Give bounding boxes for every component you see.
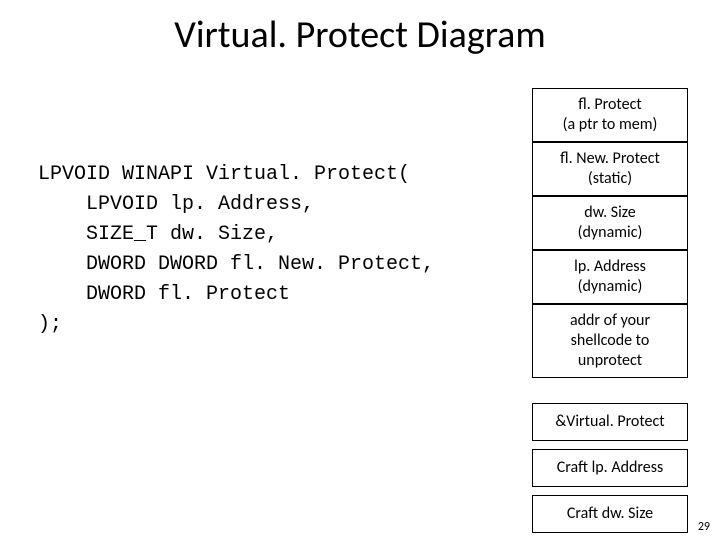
slide-title: Virtual. Protect Diagram bbox=[0, 0, 720, 58]
stack-box-flnewprotect: fl. New. Protect (static) bbox=[532, 142, 688, 196]
stack-box-shellcode-addr: addr of your shellcode to unprotect bbox=[532, 304, 688, 378]
page-number: 29 bbox=[698, 520, 710, 534]
step-box-virtualprotect: &Virtual. Protect bbox=[532, 403, 688, 441]
code-line: SIZE_T dw. Size, bbox=[38, 220, 434, 250]
step-box-craft-dwsize: Craft dw. Size bbox=[532, 495, 688, 533]
stack-sublabel: (dynamic) bbox=[537, 223, 683, 243]
code-line: DWORD DWORD fl. New. Protect, bbox=[38, 250, 434, 280]
step-box-craft-lpaddress: Craft lp. Address bbox=[532, 449, 688, 487]
code-line: LPVOID lp. Address, bbox=[38, 190, 434, 220]
stack-label: fl. Protect bbox=[537, 95, 683, 115]
stack-box-dwsize: dw. Size (dynamic) bbox=[532, 196, 688, 250]
stack-column: fl. Protect (a ptr to mem) fl. New. Prot… bbox=[532, 88, 688, 378]
stack-label: lp. Address bbox=[537, 257, 683, 277]
stack-label: addr of your bbox=[537, 311, 683, 331]
code-signature: LPVOID WINAPI Virtual. Protect( LPVOID l… bbox=[38, 160, 434, 340]
stack-label: shellcode to bbox=[537, 331, 683, 351]
stack-label: dw. Size bbox=[537, 203, 683, 223]
stack-box-lpaddress: lp. Address (dynamic) bbox=[532, 250, 688, 304]
stack-box-flprotect: fl. Protect (a ptr to mem) bbox=[532, 88, 688, 142]
stack-label: fl. New. Protect bbox=[537, 149, 683, 169]
code-line: LPVOID WINAPI Virtual. Protect( bbox=[38, 160, 434, 190]
stack-label: unprotect bbox=[537, 351, 683, 371]
code-line: DWORD fl. Protect bbox=[38, 280, 434, 310]
steps-column: &Virtual. Protect Craft lp. Address Craf… bbox=[532, 395, 688, 533]
stack-sublabel: (dynamic) bbox=[537, 277, 683, 297]
stack-sublabel: (static) bbox=[537, 169, 683, 189]
code-line: ); bbox=[38, 310, 434, 340]
stack-sublabel: (a ptr to mem) bbox=[537, 115, 683, 135]
